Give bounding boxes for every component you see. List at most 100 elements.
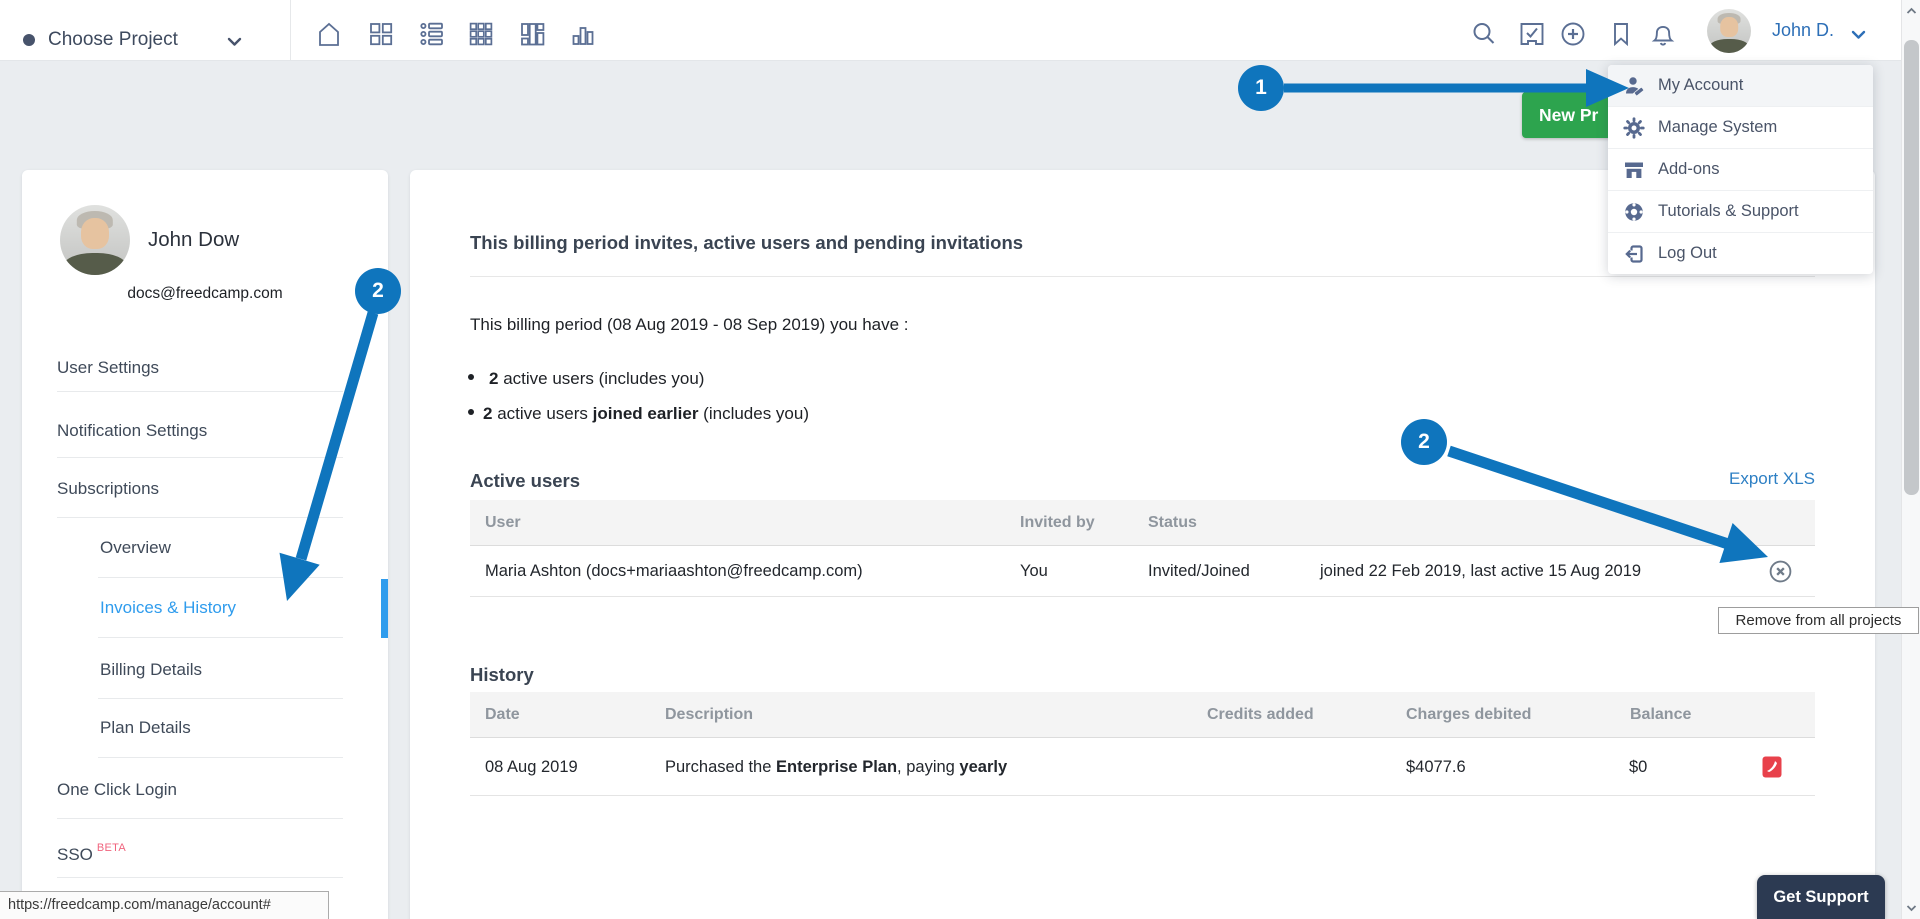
column-balance: Balance	[1630, 692, 1691, 738]
cell-balance: $0	[1629, 738, 1647, 789]
annotation-step-2-remove: 2	[1401, 419, 1447, 465]
pdf-invoice-icon[interactable]	[1762, 756, 1782, 778]
menu-item-label: Log Out	[1658, 244, 1717, 263]
beta-badge: BETA	[97, 842, 126, 854]
menu-item-my-account[interactable]: My Account	[1608, 65, 1873, 107]
annotation-step-1: 1	[1238, 65, 1284, 111]
sidebar-divider	[57, 517, 343, 518]
remove-tooltip: Remove from all projects	[1718, 607, 1919, 634]
add-new-icon[interactable]	[1558, 19, 1588, 49]
column-credits-added: Credits added	[1207, 692, 1314, 738]
sidebar-divider	[98, 637, 343, 638]
my-tasks-icon[interactable]	[1517, 19, 1547, 49]
topbar-divider	[290, 0, 291, 60]
sidebar-divider	[57, 391, 343, 392]
cell-description: Purchased the Enterprise Plan, paying ye…	[665, 738, 1007, 789]
sidebar-item-user-settings[interactable]: User Settings	[57, 356, 159, 380]
chevron-down-icon	[226, 33, 243, 50]
bullet-dot	[468, 374, 474, 380]
kanban-view-icon[interactable]	[517, 19, 547, 49]
billing-period-line: This billing period (08 Aug 2019 - 08 Se…	[470, 315, 909, 335]
active-user-row: Maria Ashton (docs+mariaashton@freedcamp…	[470, 546, 1815, 597]
menu-item-add-ons[interactable]: Add-ons	[1608, 149, 1873, 191]
history-title: History	[470, 664, 534, 686]
sidebar-divider	[57, 457, 343, 458]
top-navigation-bar: Choose Project John D.	[0, 0, 1920, 61]
annotation-step-2-sidebar: 2	[355, 268, 401, 314]
profile-email: docs@freedcamp.com	[22, 285, 388, 303]
heading-divider	[470, 276, 1815, 277]
freedcamp-account-page: Choose Project John D. New Pr My Account…	[0, 0, 1920, 919]
scroll-up-icon[interactable]	[1905, 5, 1918, 18]
column-charges-debited: Charges debited	[1406, 692, 1531, 738]
sidebar-item-overview[interactable]: Overview	[100, 536, 171, 560]
export-xls-link[interactable]: Export XLS	[1729, 469, 1815, 489]
sidebar-divider	[57, 818, 343, 819]
sidebar-item-notification-settings[interactable]: Notification Settings	[57, 419, 207, 443]
menu-item-label: Add-ons	[1658, 160, 1719, 179]
menu-item-manage-system[interactable]: Manage System	[1608, 107, 1873, 149]
gear-icon	[1622, 116, 1646, 140]
project-dot-icon	[23, 34, 35, 46]
page-scrollbar[interactable]	[1901, 0, 1920, 919]
column-status: Status	[1148, 500, 1197, 546]
sidebar-divider	[98, 577, 343, 578]
billing-heading: This billing period invites, active user…	[470, 232, 1023, 254]
column-user: User	[485, 500, 521, 546]
sidebar-item-billing-details[interactable]: Billing Details	[100, 658, 202, 682]
notifications-icon[interactable]	[1648, 19, 1678, 49]
cell-user: Maria Ashton (docs+mariaashton@freedcamp…	[485, 546, 863, 597]
status-bar-url: https://freedcamp.com/manage/account#	[0, 891, 329, 919]
search-icon[interactable]	[1469, 19, 1499, 49]
menu-item-log-out[interactable]: Log Out	[1608, 233, 1873, 274]
sidebar-item-one-click-login[interactable]: One Click Login	[57, 778, 177, 802]
chart-view-icon[interactable]	[568, 19, 598, 49]
active-item-indicator	[381, 579, 388, 638]
active-users-title: Active users	[470, 470, 580, 492]
bullet-dot	[468, 409, 474, 415]
profile-name: John Dow	[148, 228, 239, 252]
home-icon[interactable]	[314, 19, 344, 49]
cell-activity: joined 22 Feb 2019, last active 15 Aug 2…	[1320, 546, 1641, 597]
scroll-down-icon[interactable]	[1905, 901, 1918, 914]
cell-invited-by: You	[1020, 546, 1048, 597]
sidebar-item-invoices-history[interactable]: Invoices & History	[100, 596, 236, 620]
sidebar-item-label: SSO	[57, 845, 93, 864]
column-description: Description	[665, 692, 753, 738]
user-dropdown-menu: My Account Manage System Add-ons Tutoria…	[1608, 65, 1873, 274]
grid-view-icon[interactable]	[466, 19, 496, 49]
list-view-icon[interactable]	[417, 19, 447, 49]
profile-avatar	[60, 205, 130, 275]
history-row: 08 Aug 2019 Purchased the Enterprise Pla…	[470, 738, 1815, 796]
bullet-joined-earlier: 2 active users joined earlier (includes …	[468, 404, 809, 424]
sidebar-item-plan-details[interactable]: Plan Details	[100, 716, 191, 740]
board-view-icon[interactable]	[366, 19, 396, 49]
sidebar-item-subscriptions[interactable]: Subscriptions	[57, 477, 159, 501]
bookmarks-icon[interactable]	[1606, 19, 1636, 49]
scrollbar-thumb[interactable]	[1904, 40, 1919, 495]
column-date: Date	[485, 692, 520, 738]
active-users-table-header: User Invited by Status	[470, 500, 1815, 546]
menu-item-label: My Account	[1658, 76, 1743, 95]
sidebar-divider	[98, 698, 343, 699]
cell-charges: $4077.6	[1406, 738, 1466, 789]
bullet-active-users: 2 active users (includes you)	[468, 369, 704, 389]
history-table-header: Date Description Credits added Charges d…	[470, 692, 1815, 738]
menu-item-label: Manage System	[1658, 118, 1777, 137]
user-menu-trigger[interactable]: John D.	[1772, 0, 1834, 61]
get-support-button[interactable]: Get Support	[1757, 875, 1885, 919]
remove-user-icon[interactable]	[1768, 559, 1793, 584]
menu-item-label: Tutorials & Support	[1658, 202, 1799, 221]
user-avatar[interactable]	[1707, 9, 1751, 53]
billing-content-card: This billing period invites, active user…	[410, 170, 1875, 919]
menu-item-tutorials-support[interactable]: Tutorials & Support	[1608, 191, 1873, 233]
cell-status: Invited/Joined	[1148, 546, 1250, 597]
logout-icon	[1622, 242, 1646, 266]
account-sidebar: John Dow docs@freedcamp.com User Setting…	[22, 170, 388, 919]
choose-project-selector[interactable]: Choose Project	[48, 0, 178, 61]
column-invited-by: Invited by	[1020, 500, 1095, 546]
sidebar-item-sso[interactable]: SSOBETA	[57, 836, 126, 860]
user-edit-icon	[1622, 74, 1646, 98]
store-icon	[1622, 158, 1646, 182]
sidebar-divider	[57, 877, 343, 878]
